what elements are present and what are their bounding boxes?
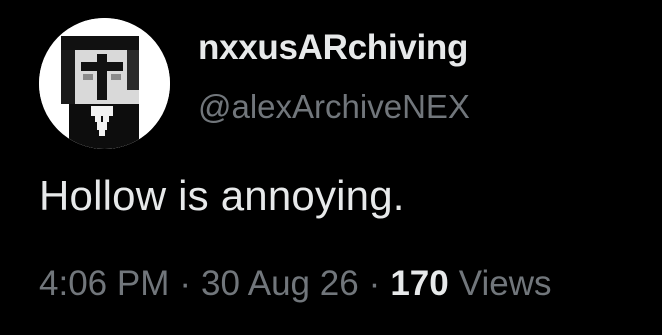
tweet-time[interactable]: 4:06 PM [39, 264, 169, 304]
user-handle[interactable]: @alexArchiveNEX [198, 88, 470, 126]
meta-separator: · [368, 264, 381, 303]
meta-separator: · [179, 264, 192, 303]
avatar[interactable] [39, 18, 170, 149]
tweet-date[interactable]: 30 Aug 26 [201, 264, 359, 304]
views-label: Views [458, 264, 552, 303]
tweet-meta: 4:06 PM · 30 Aug 26 · 170 Views [39, 264, 551, 304]
pixel-character-avatar-icon [39, 18, 170, 149]
tweet-card: nxxusARchiving @alexArchiveNEX Hollow is… [0, 0, 662, 335]
tweet-text: Hollow is annoying. [39, 172, 405, 219]
view-count: 170 [390, 264, 449, 303]
display-name[interactable]: nxxusARchiving [198, 28, 468, 68]
